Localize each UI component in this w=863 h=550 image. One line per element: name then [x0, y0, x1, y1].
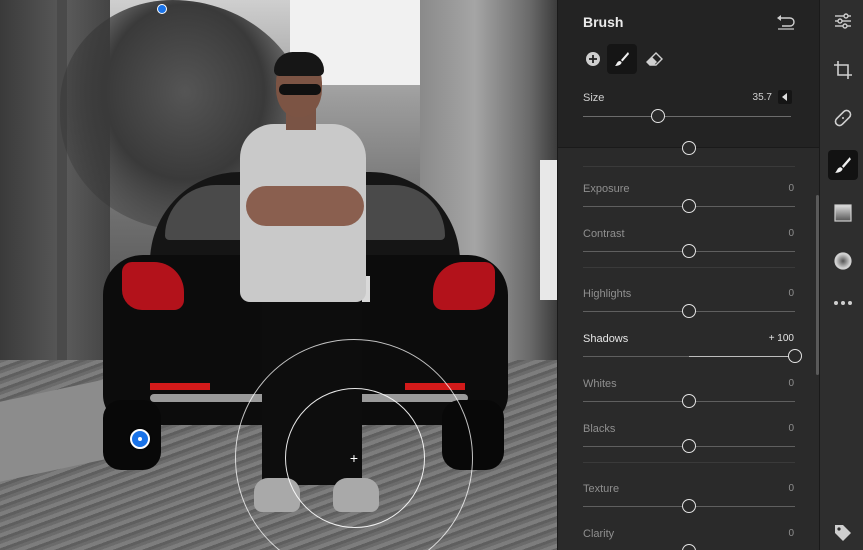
section-divider: [583, 267, 795, 268]
whites-label: Whites: [583, 378, 617, 390]
photo-window: [540, 160, 557, 300]
photo-canvas[interactable]: +: [0, 0, 557, 550]
blacks-value[interactable]: 0: [744, 423, 794, 434]
healing-icon: [834, 109, 852, 127]
edit-panel-button[interactable]: [828, 6, 858, 36]
brush-tool-button[interactable]: [607, 44, 637, 74]
brush-icon: [615, 52, 629, 66]
more-button[interactable]: [828, 288, 858, 318]
exposure-label: Exposure: [583, 183, 630, 195]
linear-gradient-icon: [834, 204, 852, 222]
tag-button[interactable]: [828, 518, 858, 548]
clarity-slider-knob[interactable]: [682, 544, 696, 550]
size-slider-knob[interactable]: [650, 109, 665, 123]
whites-slider-knob[interactable]: [682, 394, 696, 408]
size-expand-icon[interactable]: [778, 90, 792, 104]
texture-label: Texture: [583, 483, 620, 495]
eraser-icon: [646, 52, 663, 66]
photo-tail-light-right: [433, 262, 495, 310]
size-slider-track[interactable]: [583, 116, 791, 117]
add-brush-button[interactable]: [578, 44, 608, 74]
brush-panel-button[interactable]: [828, 150, 858, 180]
photo-person-hair: [274, 52, 324, 76]
reset-icon[interactable]: [776, 14, 796, 30]
adjustment-slider-knob[interactable]: [682, 141, 696, 155]
photo-person-sunglasses: [279, 84, 321, 95]
highlights-label: Highlights: [583, 288, 632, 300]
exposure-value[interactable]: 0: [744, 183, 794, 194]
highlights-value[interactable]: 0: [744, 288, 794, 299]
shadows-label: Shadows: [583, 333, 629, 345]
tool-rail: [819, 0, 863, 550]
section-divider: [583, 166, 795, 167]
highlights-slider-knob[interactable]: [682, 304, 696, 318]
shadows-slider-fill: [689, 356, 795, 357]
blacks-slider-knob[interactable]: [682, 439, 696, 453]
tag-icon: [835, 525, 851, 541]
add-icon: [586, 52, 600, 66]
brush-cursor-crosshair-icon: +: [349, 450, 359, 466]
crop-button[interactable]: [828, 55, 858, 85]
texture-slider-knob[interactable]: [682, 499, 696, 513]
photo-lamp-pole: [57, 0, 67, 365]
panel-title: Brush: [583, 14, 624, 30]
exposure-slider-knob[interactable]: [682, 199, 696, 213]
brush-section: Brush Size 35.7: [558, 0, 820, 148]
size-label: Size: [583, 92, 605, 104]
contrast-label: Contrast: [583, 228, 625, 240]
eraser-tool-button[interactable]: [640, 44, 670, 74]
photo-person-arms: [246, 186, 364, 226]
edit-panel: Brush Size 35.7 Exposure 0 Contrast 0 Hi…: [557, 0, 820, 550]
texture-value[interactable]: 0: [744, 483, 794, 494]
radial-gradient-icon: [834, 252, 852, 270]
healing-button[interactable]: [828, 103, 858, 133]
blacks-label: Blacks: [583, 423, 616, 435]
mask-pin[interactable]: [130, 429, 150, 449]
shadows-value[interactable]: + 100: [744, 333, 794, 344]
clarity-label: Clarity: [583, 528, 615, 540]
whites-value[interactable]: 0: [744, 378, 794, 389]
clarity-value[interactable]: 0: [744, 528, 794, 539]
radial-gradient-button[interactable]: [828, 246, 858, 276]
size-value[interactable]: 35.7: [738, 92, 772, 103]
edit-sliders-icon: [835, 13, 851, 29]
more-icon: [834, 301, 852, 305]
shadows-slider-knob[interactable]: [788, 349, 802, 363]
linear-gradient-button[interactable]: [828, 198, 858, 228]
contrast-value[interactable]: 0: [744, 228, 794, 239]
section-divider: [583, 462, 795, 463]
photo-reflector-left: [150, 383, 210, 390]
contrast-slider-knob[interactable]: [682, 244, 696, 258]
crop-icon: [834, 61, 852, 79]
brush-icon: [835, 157, 851, 173]
mask-pin-secondary[interactable]: [157, 4, 167, 14]
